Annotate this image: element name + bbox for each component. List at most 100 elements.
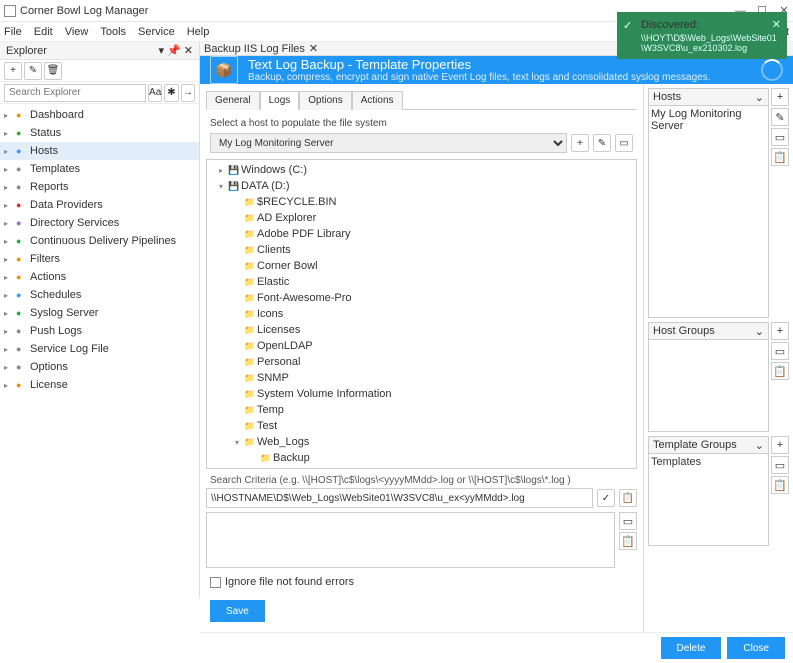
criteria-apply-button[interactable]: ✓ [597,489,615,507]
delete-button[interactable]: Delete [661,637,722,659]
chevron-down-icon[interactable]: ⌄ [755,325,764,338]
search-input[interactable] [4,84,146,102]
edit-button[interactable]: ✎ [24,62,42,80]
sidebar-item[interactable]: ▸●Push Logs [0,322,199,340]
tree-node[interactable]: 📁Clients [207,242,636,258]
doc-tab-close-icon[interactable]: ✕ [309,42,318,55]
criteria-copyall-button[interactable]: 📋 [619,532,637,550]
hostgroups-remove-button[interactable]: ▭ [771,342,789,360]
sidebar-item[interactable]: ▸●Syslog Server [0,304,199,322]
tmplgroups-remove-button[interactable]: ▭ [771,456,789,474]
file-tree[interactable]: ▸💾Windows (C:)▾💾DATA (D:)📁$RECYCLE.BIN📁A… [206,159,637,469]
host-add-button[interactable]: + [571,134,589,152]
tree-node[interactable]: 📁SNMP [207,370,636,386]
sidebar-item[interactable]: ▸●Data Providers [0,196,199,214]
explorer-tree[interactable]: ▸●Dashboard▸●Status▸●Hosts▸●Templates▸●R… [0,104,199,597]
spinner-icon [761,59,783,81]
sidebar-item[interactable]: ▸●Status [0,124,199,142]
sidebar-item[interactable]: ▸●Reports [0,178,199,196]
tmplgroups-copy-button[interactable]: 📋 [771,476,789,494]
pin-icon[interactable]: ▾ 📌 ✕ [158,44,193,57]
criteria-list[interactable] [206,512,615,568]
header-icon: 📦 [210,56,238,84]
tree-node[interactable]: 📁Font-Awesome-Pro [207,290,636,306]
tree-node[interactable]: 📁$RECYCLE.BIN [207,194,636,210]
toast-close-icon[interactable]: ✕ [772,18,781,31]
sidebar-item[interactable]: ▸●Service Log File [0,340,199,358]
sidebar-item[interactable]: ▸●Actions [0,268,199,286]
tree-node[interactable]: 📁Adobe PDF Library [207,226,636,242]
header-subtitle: Backup, compress, encrypt and sign nativ… [248,72,710,83]
sidebar-item[interactable]: ▸●License [0,376,199,394]
tree-node[interactable]: 📁Licenses [207,322,636,338]
sidebar-item[interactable]: ▸●Directory Services [0,214,199,232]
tree-node[interactable]: ▾💾DATA (D:) [207,178,636,194]
sidebar-item[interactable]: ▸●Options [0,358,199,376]
chevron-down-icon[interactable]: ⌄ [755,91,764,104]
page-header: 📦 Text Log Backup - Template Properties … [200,56,793,84]
tree-node[interactable]: 📁Corner Bowl [207,258,636,274]
tree-node[interactable]: 📁Icons [207,306,636,322]
hostgroups-title: Host Groups [653,325,715,337]
tab-general[interactable]: General [206,91,260,110]
tree-node[interactable]: 📁System Volume Information [207,386,636,402]
tmplgroups-item[interactable]: Templates [651,456,766,468]
tab-actions[interactable]: Actions [352,91,403,110]
menu-service[interactable]: Service [138,26,175,38]
hosts-item[interactable]: My Log Monitoring Server [651,108,766,132]
tab-options[interactable]: Options [299,91,351,110]
hostgroups-list[interactable] [648,340,769,432]
hostgroups-add-button[interactable]: + [771,322,789,340]
menu-file[interactable]: File [4,26,22,38]
tree-node[interactable]: 📁Test [207,418,636,434]
sidebar-item[interactable]: ▸●Continuous Delivery Pipelines [0,232,199,250]
toast: ✓ Discovered: ✕ \\HOYT\D$\Web_Logs\WebSi… [617,12,787,59]
tree-node[interactable]: 📁OpenLDAP [207,338,636,354]
tree-node[interactable]: ▸💾Windows (C:) [207,162,636,178]
menu-help[interactable]: Help [187,26,210,38]
sidebar-item[interactable]: ▸●Hosts [0,142,199,160]
main-panel: Backup IIS Log Files ✕ 📦 Text Log Backup… [200,42,793,597]
regex-button[interactable]: ✱ [164,84,178,102]
sidebar-item[interactable]: ▸●Templates [0,160,199,178]
close-button[interactable]: Close [727,637,785,659]
host-select[interactable]: My Log Monitoring Server [210,133,567,153]
toast-path: \\HOYT\D$\Web_Logs\WebSite01\W3SVC8\u_ex… [623,33,781,53]
save-button[interactable]: Save [210,600,265,622]
go-button[interactable]: → [181,84,195,102]
case-button[interactable]: Aa [148,84,162,102]
tree-node[interactable]: 📁AD Explorer [207,210,636,226]
criteria-copy-button[interactable]: 📋 [619,489,637,507]
doc-tab[interactable]: Backup IIS Log Files [204,43,305,55]
chevron-down-icon[interactable]: ⌄ [755,439,764,452]
hosts-copy-button[interactable]: 📋 [771,148,789,166]
tree-node[interactable]: 📁Personal [207,354,636,370]
tree-node[interactable]: 📁Elastic [207,274,636,290]
delete-button[interactable]: 🗑 [44,62,62,80]
add-button[interactable]: + [4,62,22,80]
hosts-remove-button[interactable]: ▭ [771,128,789,146]
explorer-panel: Explorer▾ 📌 ✕ + ✎ 🗑 Aa ✱ → ▸●Dashboard▸●… [0,42,200,597]
menu-tools[interactable]: Tools [100,26,126,38]
right-panel: Hosts⌄ My Log Monitoring Server + ✎ ▭ 📋 … [643,84,793,632]
criteria-remove-button[interactable]: ▭ [619,512,637,530]
hostgroups-copy-button[interactable]: 📋 [771,362,789,380]
tree-node[interactable]: ▾📁Web_Logs [207,434,636,450]
menu-view[interactable]: View [65,26,89,38]
tree-node[interactable]: 📁Backup [207,450,636,466]
sidebar-item[interactable]: ▸●Schedules [0,286,199,304]
ignore-checkbox[interactable] [210,577,221,588]
host-edit-button[interactable]: ✎ [593,134,611,152]
instruction-label: Select a host to populate the file syste… [206,110,637,133]
app-icon [4,5,16,17]
sidebar-item[interactable]: ▸●Filters [0,250,199,268]
tab-logs[interactable]: Logs [260,91,300,110]
menu-edit[interactable]: Edit [34,26,53,38]
sidebar-item[interactable]: ▸●Dashboard [0,106,199,124]
criteria-input[interactable] [206,488,593,508]
tree-node[interactable]: 📁Temp [207,402,636,418]
hosts-add-button[interactable]: + [771,88,789,106]
tmplgroups-add-button[interactable]: + [771,436,789,454]
host-remove-button[interactable]: ▭ [615,134,633,152]
hosts-edit-button[interactable]: ✎ [771,108,789,126]
